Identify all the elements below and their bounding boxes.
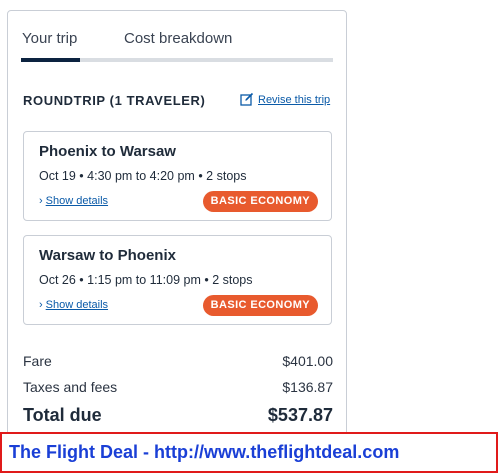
flight-route: Warsaw to Phoenix (39, 247, 176, 264)
flight-route: Phoenix to Warsaw (39, 143, 176, 160)
flight-times: Oct 26 • 1:15 pm to 11:09 pm • 2 stops (39, 273, 253, 287)
fare-class-badge: BASIC ECONOMY (202, 191, 318, 212)
tab-active-indicator (21, 58, 80, 62)
revise-trip-link[interactable]: Revise this trip (240, 92, 330, 106)
flight-times: Oct 19 • 4:30 pm to 4:20 pm • 2 stops (39, 169, 247, 183)
show-details-label: Show details (45, 195, 109, 207)
chevron-right-icon: › (39, 299, 43, 311)
tab-your-trip[interactable]: Your trip (22, 30, 77, 47)
tab-bar: Your trip Cost breakdown (21, 28, 333, 62)
total-label: Total due (23, 405, 102, 425)
edit-icon (240, 92, 254, 106)
taxes-amount: $136.87 (282, 379, 333, 395)
show-details-link[interactable]: › Show details (39, 299, 108, 311)
fare-amount: $401.00 (282, 353, 333, 369)
total-amount: $537.87 (267, 405, 333, 425)
revise-trip-label: Revise this trip (258, 94, 331, 106)
flight-card-return: Warsaw to Phoenix Oct 26 • 1:15 pm to 11… (23, 235, 332, 325)
fare-label: Fare (23, 353, 52, 369)
fare-class-badge: BASIC ECONOMY (202, 295, 318, 316)
flight-card-outbound: Phoenix to Warsaw Oct 19 • 4:30 pm to 4:… (23, 131, 332, 221)
taxes-label: Taxes and fees (23, 379, 118, 395)
show-details-link[interactable]: › Show details (39, 195, 108, 207)
tab-cost-breakdown[interactable]: Cost breakdown (124, 30, 232, 47)
trip-heading: ROUNDTRIP (1 TRAVELER) (23, 93, 206, 108)
trip-summary-panel: Your trip Cost breakdown ROUNDTRIP (1 TR… (7, 10, 347, 440)
banner-text: The Flight Deal - http://www.theflightde… (9, 442, 400, 462)
watermark-banner: The Flight Deal - http://www.theflightde… (0, 432, 498, 473)
show-details-label: Show details (45, 299, 109, 311)
chevron-right-icon: › (39, 195, 43, 207)
